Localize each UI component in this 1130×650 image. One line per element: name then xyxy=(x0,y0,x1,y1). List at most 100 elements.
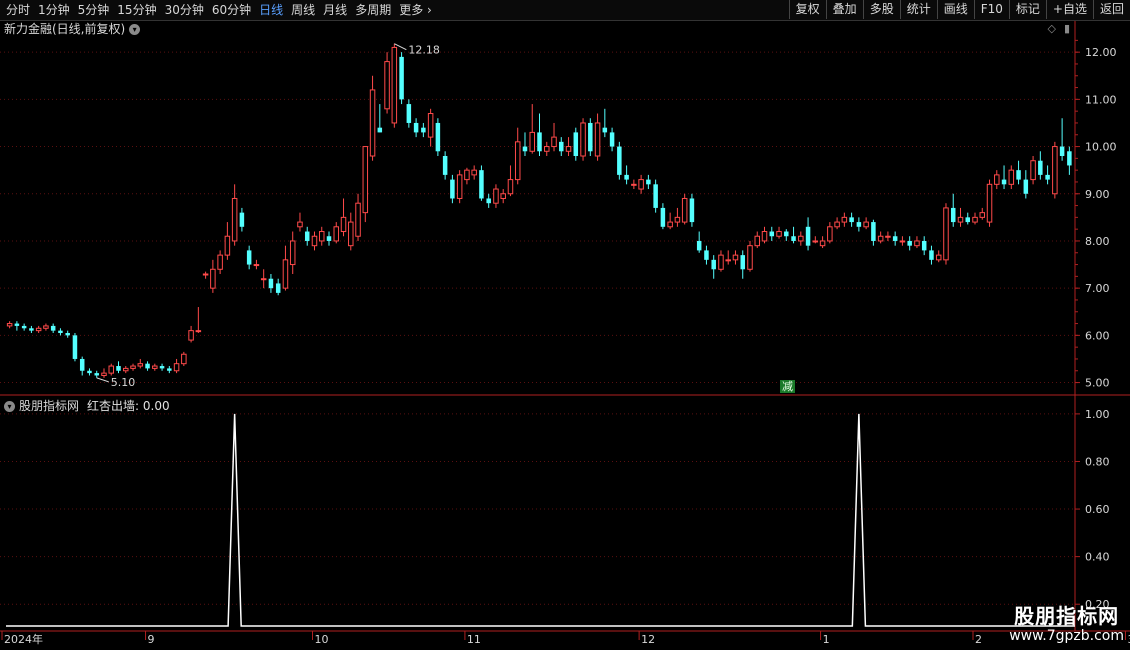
candle-body xyxy=(1023,179,1029,194)
candle-body xyxy=(732,254,739,261)
candle-body xyxy=(210,268,216,289)
candle-body xyxy=(493,188,499,204)
indicator-tick-label: 0.40 xyxy=(1085,551,1110,564)
candle-body xyxy=(653,184,658,208)
candle-body xyxy=(435,122,441,152)
candle-body xyxy=(79,358,85,371)
candle-body xyxy=(784,231,789,237)
candle-body xyxy=(935,254,942,261)
indicator-tick-label: 0.80 xyxy=(1085,455,1110,468)
candle-body xyxy=(421,127,426,133)
candle-body xyxy=(646,179,651,185)
candle-body xyxy=(14,323,20,326)
indicator-title-row: ▾ 股朋指标网 红杏出墙: 0.00 xyxy=(4,398,170,414)
candle-body xyxy=(6,323,13,327)
candle-body xyxy=(202,273,209,276)
candle-body xyxy=(551,136,557,148)
candle-body xyxy=(761,231,768,242)
date-tick-label: 2024年 xyxy=(4,632,43,646)
candle-body xyxy=(943,207,949,261)
candle-body xyxy=(696,240,702,251)
candle-body xyxy=(957,216,964,223)
candle-body xyxy=(456,174,463,199)
candle-body xyxy=(384,61,390,110)
candle-body xyxy=(863,221,869,228)
candle-body xyxy=(427,113,434,138)
candle-body xyxy=(994,174,1000,185)
candle-body xyxy=(188,330,194,341)
price-tick-label: 8.00 xyxy=(1085,235,1110,248)
candle-body xyxy=(297,221,303,228)
candle-body xyxy=(253,264,260,267)
high-price-label: 12.18 xyxy=(408,44,440,57)
date-tick-label: 10 xyxy=(314,633,328,646)
candle-body xyxy=(979,212,986,218)
watermark-title: 股朋指标网 xyxy=(1014,604,1120,628)
candle-body xyxy=(145,363,150,369)
candle-body xyxy=(624,174,629,180)
candle-body xyxy=(1001,179,1007,185)
candle-body xyxy=(631,183,637,186)
date-tick-label: 11 xyxy=(467,633,481,646)
candle-body xyxy=(529,131,535,152)
candle-body xyxy=(986,183,993,223)
candle-body xyxy=(318,231,325,242)
candle-body xyxy=(65,333,70,336)
candle-body xyxy=(747,245,753,270)
candle-body xyxy=(594,122,601,157)
candle-body xyxy=(50,325,56,331)
candle-body xyxy=(514,141,521,181)
candle-body xyxy=(798,235,804,242)
candle-body xyxy=(914,240,920,247)
candle-body xyxy=(159,366,165,369)
candle-body xyxy=(167,368,172,371)
candle-body xyxy=(776,231,782,237)
chevron-down-icon[interactable]: ▾ xyxy=(4,400,15,412)
candle-body xyxy=(260,278,267,281)
date-tick-label: 2 xyxy=(975,633,982,646)
candle-body xyxy=(972,216,978,223)
candle-body xyxy=(152,365,158,369)
candle-body xyxy=(289,240,296,266)
candle-body xyxy=(871,222,876,241)
candle-body xyxy=(464,169,470,181)
candle-body xyxy=(1067,151,1072,166)
candle-body xyxy=(348,221,354,247)
indicator-tick-label: 0.60 xyxy=(1085,503,1110,516)
candle-body xyxy=(399,56,404,100)
candle-body xyxy=(231,197,238,242)
candle-body xyxy=(565,146,572,152)
candle-body xyxy=(602,127,608,133)
candle-body xyxy=(311,235,318,247)
candle-body xyxy=(638,179,644,190)
candle-body xyxy=(471,169,477,176)
candle-body xyxy=(681,197,688,223)
candle-body xyxy=(921,240,927,251)
candle-body xyxy=(740,255,745,270)
chart-canvas: 5.006.007.008.009.0010.0011.0012.0012.18… xyxy=(0,21,1130,646)
indicator-name: 股朋指标网 xyxy=(19,399,80,413)
date-tick-label: 1 xyxy=(823,633,830,646)
candle-body xyxy=(899,240,906,243)
candle-body xyxy=(486,198,491,204)
candle-body xyxy=(580,122,586,157)
candle-body xyxy=(58,330,63,333)
candle-body xyxy=(304,231,310,241)
candle-body xyxy=(500,193,506,199)
candle-body xyxy=(805,226,811,246)
candle-body xyxy=(1059,146,1065,156)
date-tick-label: 12 xyxy=(641,633,655,646)
candle-body xyxy=(1030,160,1036,181)
candle-body xyxy=(35,327,42,332)
candle-body xyxy=(689,198,695,223)
candle-body xyxy=(333,226,340,242)
indicator-tick-label: 1.00 xyxy=(1085,408,1110,421)
candle-body xyxy=(849,217,854,223)
candle-body xyxy=(965,217,971,223)
candle-body xyxy=(137,363,144,367)
candle-body xyxy=(674,216,681,223)
candle-body xyxy=(29,328,34,331)
candle-body xyxy=(130,365,136,369)
candle-body xyxy=(573,132,579,156)
candle-body xyxy=(406,104,412,123)
